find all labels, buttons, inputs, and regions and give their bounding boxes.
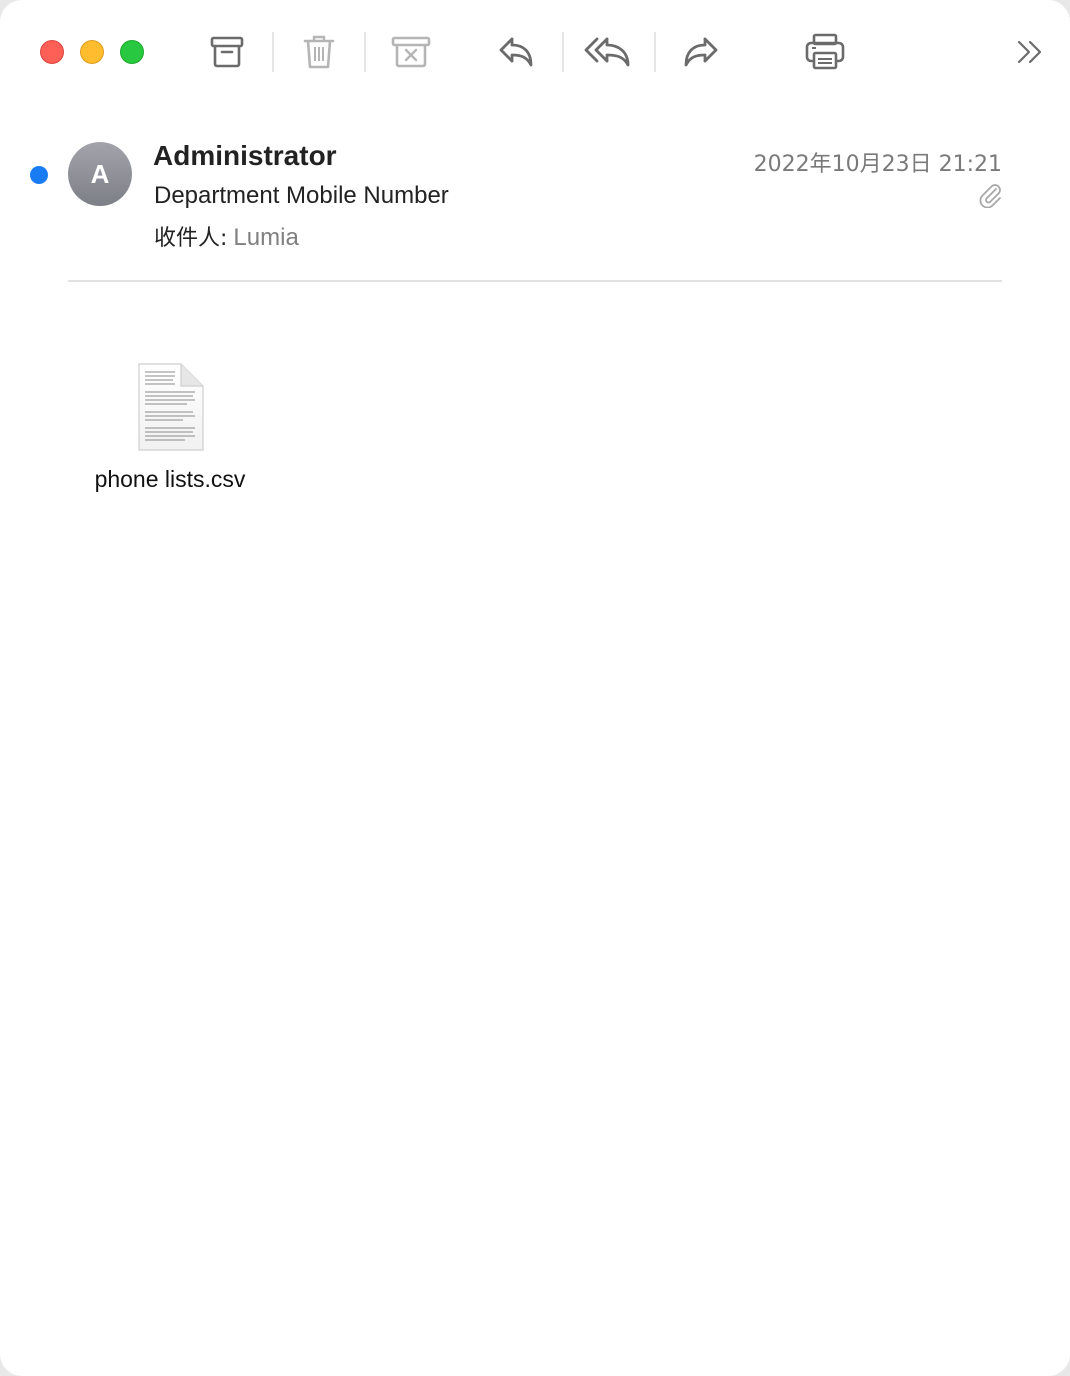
reply-all-arrow-icon <box>584 37 630 67</box>
recipient-name[interactable]: Lumia <box>233 224 298 251</box>
reply-arrow-icon <box>499 37 533 67</box>
printer-icon <box>805 33 845 70</box>
junk-box-icon <box>391 36 431 68</box>
forward-arrow-icon <box>684 37 718 67</box>
more-toolbar-items-button[interactable] <box>1006 28 1054 76</box>
header-divider <box>68 280 1002 282</box>
junk-button[interactable] <box>387 28 435 76</box>
avatar-initial: A <box>90 158 110 189</box>
sender-name[interactable]: Administrator <box>153 140 337 172</box>
toolbar-separator <box>364 32 366 72</box>
recipients-row: 收件人: Lumia <box>154 220 299 252</box>
subject: Department Mobile Number <box>154 182 449 209</box>
forward-button[interactable] <box>677 28 725 76</box>
avatar: A <box>68 142 132 206</box>
toolbar-separator <box>272 32 274 72</box>
trash-icon <box>303 35 335 69</box>
archive-button[interactable] <box>203 28 251 76</box>
close-window-button[interactable] <box>40 40 64 64</box>
archive-box-icon <box>210 36 244 68</box>
minimize-window-button[interactable] <box>80 40 104 64</box>
print-button[interactable] <box>801 28 849 76</box>
text-document-icon <box>138 363 204 451</box>
recipients-label: 收件人: <box>154 226 228 251</box>
chevron-double-right-icon <box>1017 40 1042 64</box>
unread-indicator <box>30 166 48 184</box>
zoom-window-button[interactable] <box>120 40 144 64</box>
toolbar-separator <box>654 32 656 72</box>
attachment-item[interactable]: phone lists.csv <box>80 362 260 493</box>
paperclip-icon <box>979 184 1001 208</box>
toolbar <box>0 0 1070 104</box>
toolbar-separator <box>562 32 564 72</box>
delete-button[interactable] <box>295 28 343 76</box>
mail-message-window: A Administrator Department Mobile Number… <box>0 0 1070 1376</box>
attachment-file-name: phone lists.csv <box>94 466 246 492</box>
reply-all-button[interactable] <box>584 28 632 76</box>
reply-button[interactable] <box>492 28 540 76</box>
date-received: 2022年10月23日 21:21 <box>753 152 1002 177</box>
